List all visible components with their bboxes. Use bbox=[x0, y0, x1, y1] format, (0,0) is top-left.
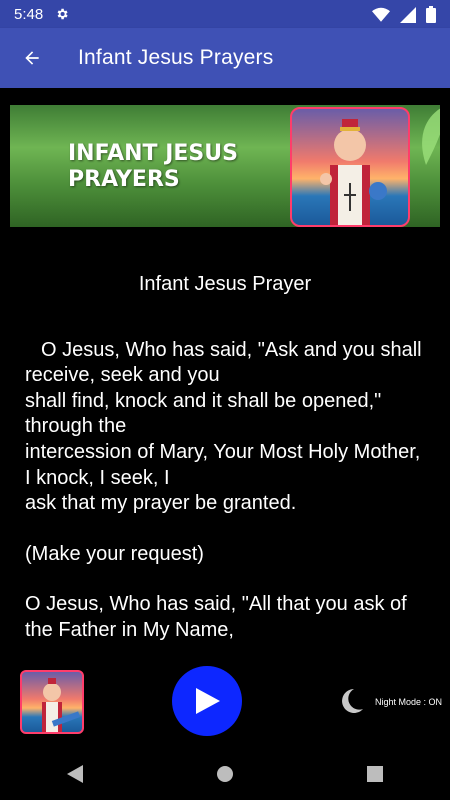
wifi-icon bbox=[372, 7, 390, 22]
night-mode-label[interactable]: Night Mode : ON bbox=[375, 697, 442, 707]
nav-home-button[interactable] bbox=[180, 752, 270, 796]
banner-line-2: PRAYERS bbox=[68, 167, 180, 192]
prayer-paragraph-3: O Jesus, Who has said, "All that you ask… bbox=[25, 593, 407, 641]
prayer-paragraph-2: (Make your request) bbox=[25, 542, 204, 565]
thumbnail-image bbox=[20, 670, 84, 734]
player-bar: Night Mode : ON bbox=[0, 660, 450, 750]
nav-back-button[interactable] bbox=[30, 752, 120, 796]
status-bar: 5:48 bbox=[0, 0, 450, 28]
leaf-decoration bbox=[422, 108, 440, 165]
banner-image: INFANT JESUS PRAYERS bbox=[10, 105, 440, 227]
play-button[interactable] bbox=[172, 666, 242, 736]
infant-jesus-picture bbox=[290, 107, 410, 227]
back-button[interactable] bbox=[4, 30, 60, 86]
app-bar: Infant Jesus Prayers bbox=[0, 28, 450, 88]
nav-recents-button[interactable] bbox=[330, 752, 420, 796]
back-triangle-icon bbox=[67, 765, 83, 783]
recents-square-icon bbox=[367, 766, 383, 782]
settings-gear-icon bbox=[57, 8, 68, 20]
signal-icon bbox=[400, 6, 416, 23]
banner-text: INFANT JESUS PRAYERS bbox=[68, 141, 238, 193]
battery-icon bbox=[426, 6, 436, 23]
prayer-paragraph-1: O Jesus, Who has said, "Ask and you shal… bbox=[25, 338, 425, 517]
prayer-title: Infant Jesus Prayer bbox=[138, 273, 312, 295]
play-icon bbox=[196, 688, 220, 714]
home-circle-icon bbox=[217, 766, 233, 782]
status-time: 5:48 bbox=[14, 5, 44, 23]
prayer-paragraph-1-text: O Jesus, Who has said, "Ask and you shal… bbox=[25, 338, 422, 515]
moon-icon[interactable] bbox=[340, 688, 364, 714]
arrow-back-icon bbox=[25, 51, 39, 65]
prayer-content: Infant Jesus Prayer O Jesus, Who has sai… bbox=[25, 262, 425, 669]
navigation-bar bbox=[0, 748, 450, 800]
app-title: Infant Jesus Prayers bbox=[78, 46, 274, 69]
banner-line-1: INFANT JESUS bbox=[68, 141, 238, 166]
